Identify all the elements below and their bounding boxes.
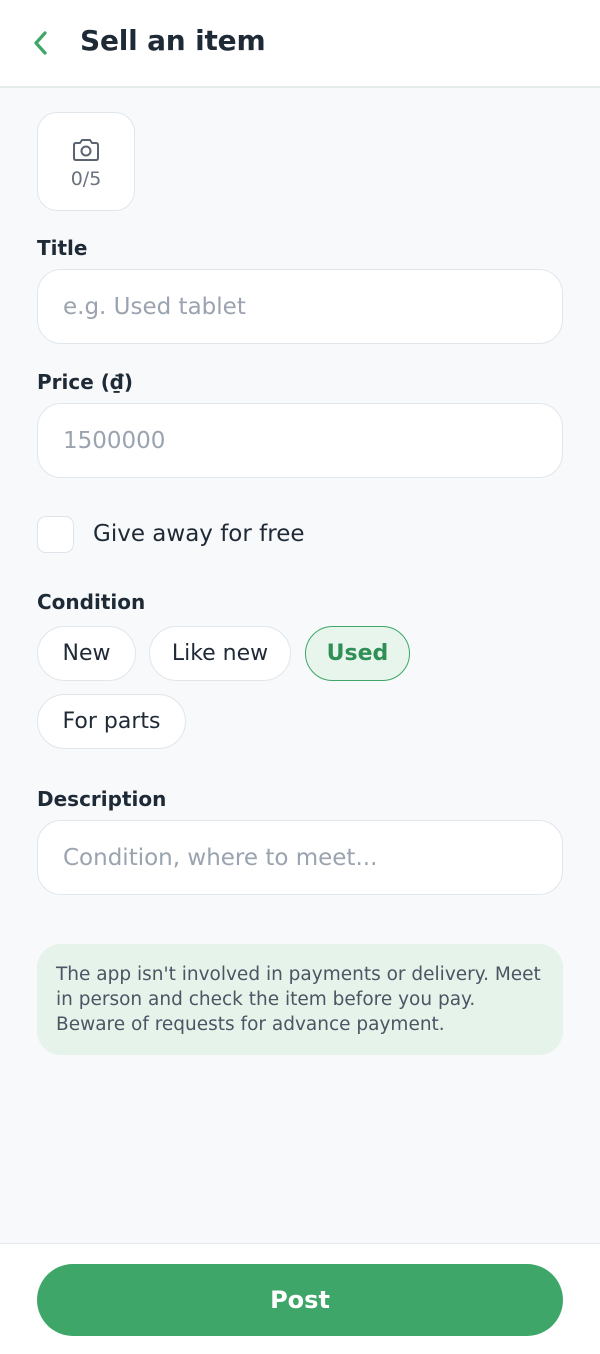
page-title: Sell an item bbox=[80, 24, 266, 57]
description-input[interactable]: Condition, where to meet... bbox=[37, 820, 563, 895]
free-toggle-row[interactable]: Give away for free bbox=[37, 515, 305, 553]
free-checkbox-label: Give away for free bbox=[93, 521, 305, 547]
camera-icon bbox=[73, 138, 99, 161]
description-label: Description bbox=[37, 787, 167, 811]
condition-label: Condition bbox=[37, 590, 146, 614]
free-checkbox[interactable] bbox=[37, 515, 74, 553]
safety-notice: The app isn't involved in payments or de… bbox=[37, 944, 563, 1055]
condition-chip-like-new[interactable]: Like new bbox=[149, 626, 291, 681]
photo-count: 0/5 bbox=[70, 167, 102, 190]
chevron-left-icon bbox=[34, 31, 47, 55]
condition-chip-used[interactable]: Used bbox=[305, 626, 410, 681]
price-label: Price (₫) bbox=[37, 370, 133, 394]
footer-bar: Post bbox=[0, 1243, 600, 1354]
condition-chip-for-parts[interactable]: For parts bbox=[37, 694, 186, 749]
app-header: Sell an item bbox=[0, 0, 600, 88]
description-placeholder: Condition, where to meet... bbox=[63, 844, 378, 871]
price-placeholder: 1500000 bbox=[63, 427, 166, 454]
title-placeholder: e.g. Used tablet bbox=[63, 293, 246, 320]
back-button[interactable] bbox=[24, 26, 58, 60]
add-photo-button[interactable]: 0/5 bbox=[37, 112, 135, 211]
post-button[interactable]: Post bbox=[37, 1264, 563, 1336]
title-input[interactable]: e.g. Used tablet bbox=[37, 269, 563, 344]
condition-chip-new[interactable]: New bbox=[37, 626, 136, 681]
price-input[interactable]: 1500000 bbox=[37, 403, 563, 478]
title-label: Title bbox=[37, 236, 88, 260]
